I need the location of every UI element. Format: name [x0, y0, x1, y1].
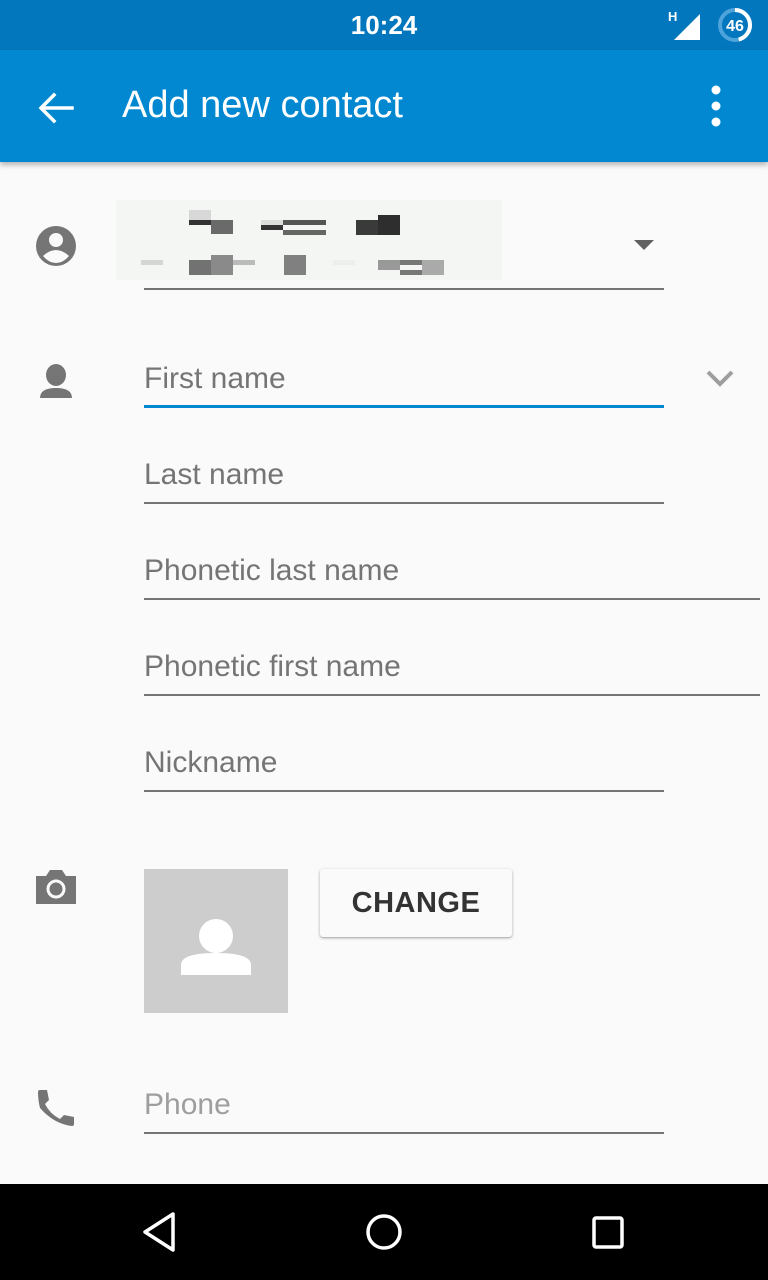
status-bar: 10:24 H 46 [0, 0, 768, 50]
back-button[interactable] [28, 80, 84, 136]
phonetic-first-name-field[interactable] [144, 636, 760, 696]
status-time: 10:24 [350, 10, 418, 40]
nickname-input[interactable] [144, 732, 664, 790]
expand-more-icon [706, 370, 734, 387]
signal-icon: H [668, 8, 704, 42]
first-name-input[interactable] [144, 348, 664, 405]
app-bar: Add new contact [0, 50, 768, 162]
person-silhouette-icon [181, 919, 251, 975]
nav-recents-icon [592, 1216, 624, 1249]
nav-back-icon [143, 1212, 175, 1252]
person-icon [32, 358, 80, 406]
expand-name-fields-button[interactable] [700, 360, 740, 396]
last-name-input[interactable] [144, 444, 664, 502]
page-title: Add new contact [122, 84, 403, 126]
phone-input[interactable] [144, 1074, 664, 1132]
phone-field[interactable] [144, 1074, 664, 1134]
more-vert-icon [711, 85, 721, 127]
navigation-bar [0, 1184, 768, 1280]
arrow-drop-down-icon [634, 240, 654, 250]
phonetic-first-name-input[interactable] [144, 636, 760, 694]
nav-back-button[interactable] [130, 1204, 190, 1260]
phonetic-last-name-input[interactable] [144, 540, 760, 598]
nav-home-button[interactable] [354, 1204, 414, 1260]
last-name-field[interactable] [144, 444, 664, 504]
battery-icon: 46 [716, 6, 754, 44]
nav-home-icon [366, 1214, 402, 1250]
account-circle-icon [32, 222, 80, 270]
change-photo-button[interactable]: CHANGE [320, 869, 512, 937]
network-type: H [668, 9, 677, 24]
account-selector[interactable] [116, 200, 664, 290]
more-options-button[interactable] [696, 78, 736, 134]
arrow-back-icon [38, 92, 74, 124]
nickname-field[interactable] [144, 732, 664, 792]
battery-level: 46 [726, 18, 744, 35]
camera-icon [32, 866, 80, 914]
contact-photo[interactable] [144, 869, 288, 1013]
phonetic-last-name-field[interactable] [144, 540, 760, 600]
nav-recents-button[interactable] [578, 1204, 638, 1260]
phone-icon [32, 1084, 80, 1132]
first-name-field[interactable] [144, 348, 664, 408]
account-name-redacted [116, 200, 502, 280]
